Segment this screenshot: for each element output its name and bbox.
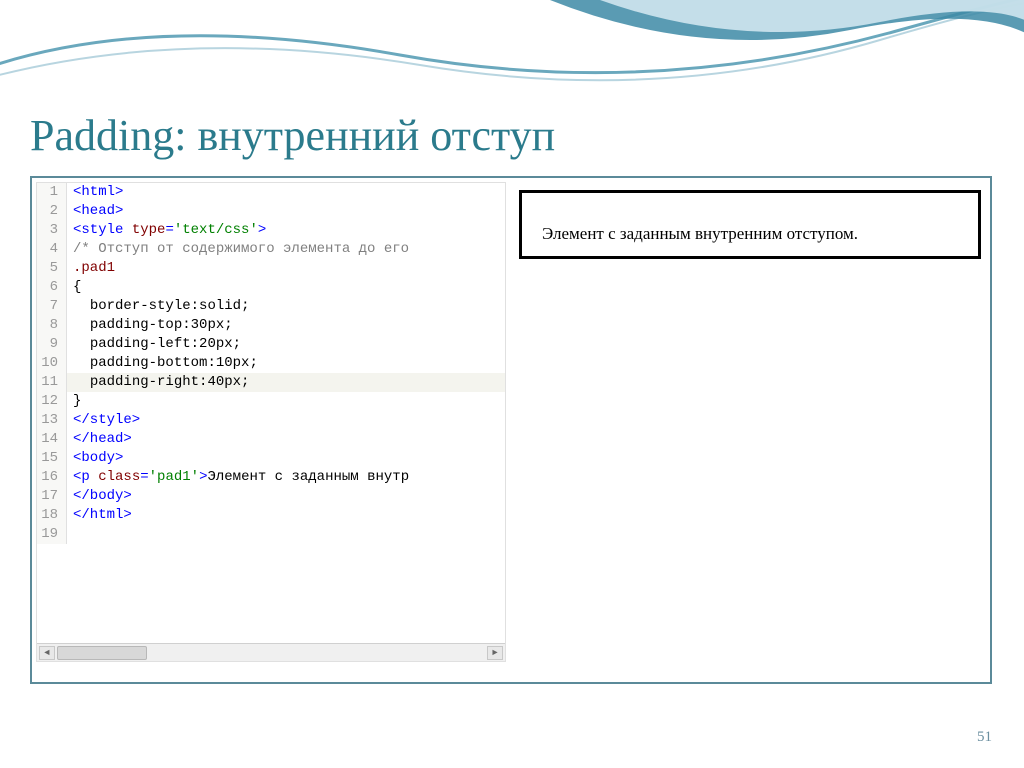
code-line: 3<style type='text/css'> bbox=[37, 221, 505, 240]
line-number: 16 bbox=[37, 468, 67, 487]
code-line: 16<p class='pad1'>Элемент с заданным вну… bbox=[37, 468, 505, 487]
wave-decoration bbox=[0, 0, 1024, 110]
line-content: </html> bbox=[67, 506, 132, 525]
code-line: 11 padding-right:40px; bbox=[37, 373, 505, 392]
line-number: 5 bbox=[37, 259, 67, 278]
line-number: 8 bbox=[37, 316, 67, 335]
line-content: <style type='text/css'> bbox=[67, 221, 266, 240]
line-number: 19 bbox=[37, 525, 67, 544]
horizontal-scrollbar[interactable]: ◄ ► bbox=[37, 643, 505, 661]
line-number: 1 bbox=[37, 183, 67, 202]
code-editor: 1<html>2<head>3<style type='text/css'>4/… bbox=[36, 182, 506, 662]
line-number: 2 bbox=[37, 202, 67, 221]
line-number: 12 bbox=[37, 392, 67, 411]
line-number: 17 bbox=[37, 487, 67, 506]
line-content: <body> bbox=[67, 449, 123, 468]
line-content: padding-right:40px; bbox=[67, 373, 249, 392]
code-line: 13</style> bbox=[37, 411, 505, 430]
code-line: 15<body> bbox=[37, 449, 505, 468]
line-number: 6 bbox=[37, 278, 67, 297]
line-content: <html> bbox=[67, 183, 123, 202]
code-line: 9 padding-left:20px; bbox=[37, 335, 505, 354]
preview-panel: Элемент с заданным внутренним отступом. bbox=[511, 182, 989, 680]
scroll-right-arrow[interactable]: ► bbox=[487, 646, 503, 660]
line-content: <p class='pad1'>Элемент с заданным внутр bbox=[67, 468, 409, 487]
scroll-thumb[interactable] bbox=[57, 646, 147, 660]
line-content: padding-bottom:10px; bbox=[67, 354, 258, 373]
line-number: 10 bbox=[37, 354, 67, 373]
code-line: 8 padding-top:30px; bbox=[37, 316, 505, 335]
code-line: 12} bbox=[37, 392, 505, 411]
scroll-left-arrow[interactable]: ◄ bbox=[39, 646, 55, 660]
code-line: 2<head> bbox=[37, 202, 505, 221]
line-content: padding-top:30px; bbox=[67, 316, 233, 335]
line-content: { bbox=[67, 278, 81, 297]
line-number: 11 bbox=[37, 373, 67, 392]
line-number: 4 bbox=[37, 240, 67, 259]
code-line: 5.pad1 bbox=[37, 259, 505, 278]
line-content bbox=[67, 525, 73, 544]
code-line: 19 bbox=[37, 525, 505, 544]
code-line: 1<html> bbox=[37, 183, 505, 202]
line-number: 3 bbox=[37, 221, 67, 240]
code-line: 18</html> bbox=[37, 506, 505, 525]
preview-paragraph: Элемент с заданным внутренним отступом. bbox=[519, 190, 981, 259]
line-content: } bbox=[67, 392, 81, 411]
line-content: </style> bbox=[67, 411, 140, 430]
line-number: 15 bbox=[37, 449, 67, 468]
line-number: 14 bbox=[37, 430, 67, 449]
code-line: 4/* Отступ от содержимого элемента до ег… bbox=[37, 240, 505, 259]
code-line: 14</head> bbox=[37, 430, 505, 449]
code-line: 17</body> bbox=[37, 487, 505, 506]
code-line: 10 padding-bottom:10px; bbox=[37, 354, 505, 373]
line-content: padding-left:20px; bbox=[67, 335, 241, 354]
line-content: .pad1 bbox=[67, 259, 115, 278]
line-content: </body> bbox=[67, 487, 132, 506]
line-content: <head> bbox=[67, 202, 123, 221]
page-number: 51 bbox=[977, 729, 992, 746]
slide-title: Padding: внутренний отступ bbox=[30, 110, 555, 161]
line-number: 7 bbox=[37, 297, 67, 316]
line-number: 9 bbox=[37, 335, 67, 354]
line-content: /* Отступ от содержимого элемента до его bbox=[67, 240, 409, 259]
content-frame: 1<html>2<head>3<style type='text/css'>4/… bbox=[30, 176, 992, 684]
code-line: 6{ bbox=[37, 278, 505, 297]
line-number: 18 bbox=[37, 506, 67, 525]
line-content: border-style:solid; bbox=[67, 297, 249, 316]
line-content: </head> bbox=[67, 430, 132, 449]
line-number: 13 bbox=[37, 411, 67, 430]
code-line: 7 border-style:solid; bbox=[37, 297, 505, 316]
